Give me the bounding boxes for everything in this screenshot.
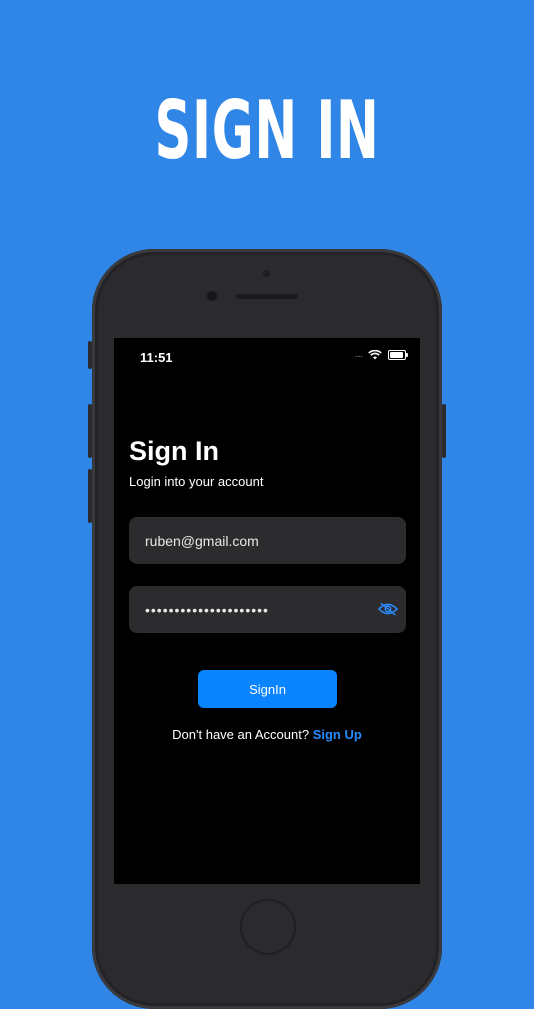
status-time: 11:51 [140, 350, 173, 365]
home-button[interactable] [240, 899, 296, 955]
password-value: ••••••••••••••••••••• [145, 601, 269, 618]
status-icons: .... [354, 349, 408, 360]
password-field[interactable]: ••••••••••••••••••••• [129, 586, 406, 633]
hero-title: SIGN IN [154, 84, 380, 177]
email-field[interactable]: ruben@gmail.com [129, 517, 406, 564]
page-title: Sign In [129, 436, 219, 466]
email-value: ruben@gmail.com [145, 532, 259, 549]
proximity-sensor [263, 270, 270, 277]
volume-up-button [88, 404, 92, 458]
earpiece-speaker [236, 294, 298, 299]
signup-prompt-text: Don't have an Account? [172, 727, 313, 742]
signin-button[interactable]: SignIn [198, 670, 337, 708]
battery-icon [388, 350, 408, 360]
front-camera [207, 291, 217, 301]
power-button [442, 404, 446, 458]
eye-icon[interactable] [378, 601, 398, 617]
page-subtitle: Login into your account [129, 474, 264, 489]
phone-frame: 11:51 .... Sign In Login into your accou… [88, 249, 446, 1009]
mute-switch [88, 341, 92, 369]
signup-link[interactable]: Sign Up [313, 727, 362, 742]
signal-indicator: .... [354, 349, 363, 360]
wifi-icon [368, 350, 382, 360]
volume-down-button [88, 469, 92, 523]
signup-prompt: Don't have an Account? Sign Up [114, 727, 420, 742]
app-screen: 11:51 .... Sign In Login into your accou… [114, 338, 420, 884]
